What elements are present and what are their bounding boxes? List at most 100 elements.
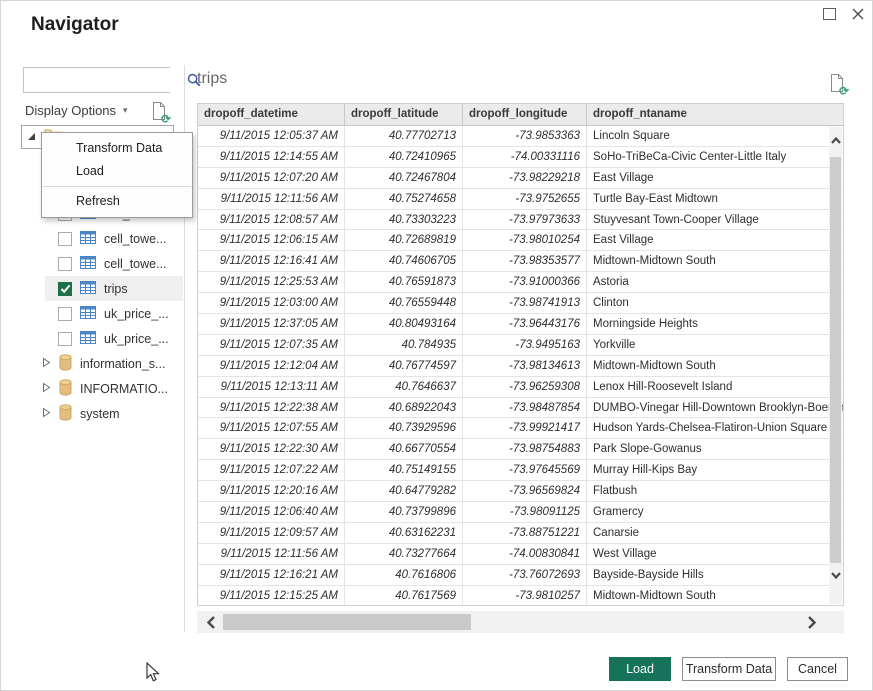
- column-header-dropoff_datetime[interactable]: dropoff_datetime: [198, 104, 345, 125]
- tree-item-label: trips: [104, 282, 128, 296]
- chevron-down-icon: ▾: [123, 105, 128, 116]
- chevron-right-icon[interactable]: [42, 357, 51, 371]
- column-header-dropoff_latitude[interactable]: dropoff_latitude: [345, 104, 463, 125]
- table-cell: 40.66770554: [345, 439, 463, 459]
- table-row: 9/11/2015 12:08:57 AM40.73303223-73.9797…: [198, 210, 843, 231]
- checkbox[interactable]: [58, 307, 72, 321]
- sidebar-item-trips[interactable]: trips: [21, 276, 183, 301]
- expanded-triangle-icon: [27, 128, 36, 146]
- table-cell: 9/11/2015 12:07:55 AM: [198, 418, 345, 438]
- navigator-dialog: Navigator Display Options ▾ ⟳ cell_towe.…: [0, 0, 873, 691]
- table-cell: 9/11/2015 12:06:40 AM: [198, 502, 345, 522]
- table-cell: 40.72467804: [345, 168, 463, 188]
- checkbox[interactable]: [58, 257, 72, 271]
- vertical-scrollbar[interactable]: [829, 127, 842, 604]
- table-row: 9/11/2015 12:12:04 AM40.76774597-73.9813…: [198, 356, 843, 377]
- table-cell: -73.9853363: [463, 126, 587, 146]
- table-cell: Midtown-Midtown South: [587, 251, 843, 271]
- checkbox[interactable]: [58, 332, 72, 346]
- table-row: 9/11/2015 12:07:20 AM40.72467804-73.9822…: [198, 168, 843, 189]
- mouse-cursor: [146, 662, 161, 688]
- table-cell: -73.9810257: [463, 586, 587, 606]
- table-icon: [80, 306, 96, 322]
- table-row: 9/11/2015 12:16:41 AM40.74606705-73.9835…: [198, 251, 843, 272]
- table-cell: -73.98754883: [463, 439, 587, 459]
- table-cell: -73.96259308: [463, 377, 587, 397]
- sidebar-item-cell-towe-[interactable]: cell_towe...: [21, 251, 183, 276]
- table-row: 9/11/2015 12:09:57 AM40.63162231-73.8875…: [198, 523, 843, 544]
- sidebar-item-system[interactable]: system: [21, 401, 183, 426]
- horizontal-scroll-thumb[interactable]: [223, 614, 471, 630]
- load-button[interactable]: Load: [609, 657, 671, 681]
- table-cell: 40.76559448: [345, 293, 463, 313]
- table-cell: -73.98741913: [463, 293, 587, 313]
- chevron-right-icon[interactable]: [42, 382, 51, 396]
- maximize-icon[interactable]: [823, 8, 836, 20]
- chevron-right-icon[interactable]: [42, 407, 51, 421]
- table-cell: Yorkville: [587, 335, 843, 355]
- table-cell: Park Slope-Gowanus: [587, 439, 843, 459]
- table-cell: DUMBO-Vinegar Hill-Downtown Brooklyn-Boe…: [587, 398, 843, 418]
- table-icon: [80, 281, 96, 297]
- checkbox[interactable]: [58, 232, 72, 246]
- sidebar-item-informatio-[interactable]: INFORMATIO...: [21, 376, 183, 401]
- table-cell: 40.77702713: [345, 126, 463, 146]
- horizontal-scrollbar[interactable]: [197, 611, 844, 633]
- menu-item-transform-data[interactable]: Transform Data: [42, 137, 192, 160]
- menu-item-load[interactable]: Load: [42, 160, 192, 183]
- grid-body: 9/11/2015 12:05:37 AM40.77702713-73.9853…: [198, 126, 843, 606]
- table-cell: 40.73799896: [345, 502, 463, 522]
- column-header-dropoff_ntaname[interactable]: dropoff_ntaname: [587, 104, 843, 125]
- table-cell: 40.76774597: [345, 356, 463, 376]
- table-row: 9/11/2015 12:25:53 AM40.76591873-73.9100…: [198, 272, 843, 293]
- column-header-dropoff_longitude[interactable]: dropoff_longitude: [463, 104, 587, 125]
- scroll-left-icon[interactable]: [203, 611, 219, 633]
- refresh-preview-icon[interactable]: ⟳: [151, 101, 168, 121]
- vertical-scroll-thumb[interactable]: [830, 157, 841, 563]
- scroll-up-icon[interactable]: [829, 133, 842, 147]
- table-row: 9/11/2015 12:11:56 AM40.73277664-74.0083…: [198, 544, 843, 565]
- table-icon: [80, 256, 96, 272]
- close-icon[interactable]: [850, 6, 866, 22]
- table-cell: Midtown-Midtown South: [587, 586, 843, 606]
- cancel-button[interactable]: Cancel: [787, 657, 848, 681]
- page-title: Navigator: [31, 14, 119, 36]
- search-input[interactable]: [24, 68, 187, 92]
- table-cell: 9/11/2015 12:11:56 AM: [198, 189, 345, 209]
- table-row: 9/11/2015 12:37:05 AM40.80493164-73.9644…: [198, 314, 843, 335]
- table-icon: [80, 231, 96, 247]
- table-cell: Lenox Hill-Roosevelt Island: [587, 377, 843, 397]
- tree-item-label: information_s...: [80, 357, 165, 371]
- table-row: 9/11/2015 12:13:11 AM40.7646637-73.96259…: [198, 377, 843, 398]
- transform-data-button[interactable]: Transform Data: [682, 657, 776, 681]
- table-cell: -73.99921417: [463, 418, 587, 438]
- sidebar-item-information-s-[interactable]: information_s...: [21, 351, 183, 376]
- table-cell: -73.97973633: [463, 210, 587, 230]
- table-cell: 9/11/2015 12:37:05 AM: [198, 314, 345, 334]
- sidebar-item-cell-towe-[interactable]: cell_towe...: [21, 226, 183, 251]
- table-cell: 9/11/2015 12:09:57 AM: [198, 523, 345, 543]
- table-cell: -73.96569824: [463, 481, 587, 501]
- display-options-dropdown[interactable]: Display Options ▾: [25, 103, 128, 118]
- table-cell: 9/11/2015 12:11:56 AM: [198, 544, 345, 564]
- scroll-down-icon[interactable]: [829, 568, 842, 582]
- refresh-preview-pane-icon[interactable]: ⟳: [829, 73, 846, 93]
- checkbox[interactable]: [58, 282, 72, 296]
- table-row: 9/11/2015 12:05:37 AM40.77702713-73.9853…: [198, 126, 843, 147]
- table-cell: Midtown-Midtown South: [587, 356, 843, 376]
- table-cell: Flatbush: [587, 481, 843, 501]
- table-cell: Canarsie: [587, 523, 843, 543]
- tree-item-label: cell_towe...: [104, 232, 167, 246]
- preview-table-title: trips: [197, 70, 227, 88]
- table-cell: Astoria: [587, 272, 843, 292]
- table-row: 9/11/2015 12:22:38 AM40.68922043-73.9848…: [198, 398, 843, 419]
- table-row: 9/11/2015 12:15:25 AM40.7617569-73.98102…: [198, 586, 843, 606]
- table-cell: 40.72410965: [345, 147, 463, 167]
- table-cell: Murray Hill-Kips Bay: [587, 460, 843, 480]
- sidebar-item-uk-price-[interactable]: uk_price_...: [21, 326, 183, 351]
- table-cell: 9/11/2015 12:15:25 AM: [198, 586, 345, 606]
- menu-item-refresh[interactable]: Refresh: [42, 190, 192, 213]
- scroll-right-icon[interactable]: [804, 611, 820, 633]
- table-row: 9/11/2015 12:06:15 AM40.72689819-73.9801…: [198, 230, 843, 251]
- sidebar-item-uk-price-[interactable]: uk_price_...: [21, 301, 183, 326]
